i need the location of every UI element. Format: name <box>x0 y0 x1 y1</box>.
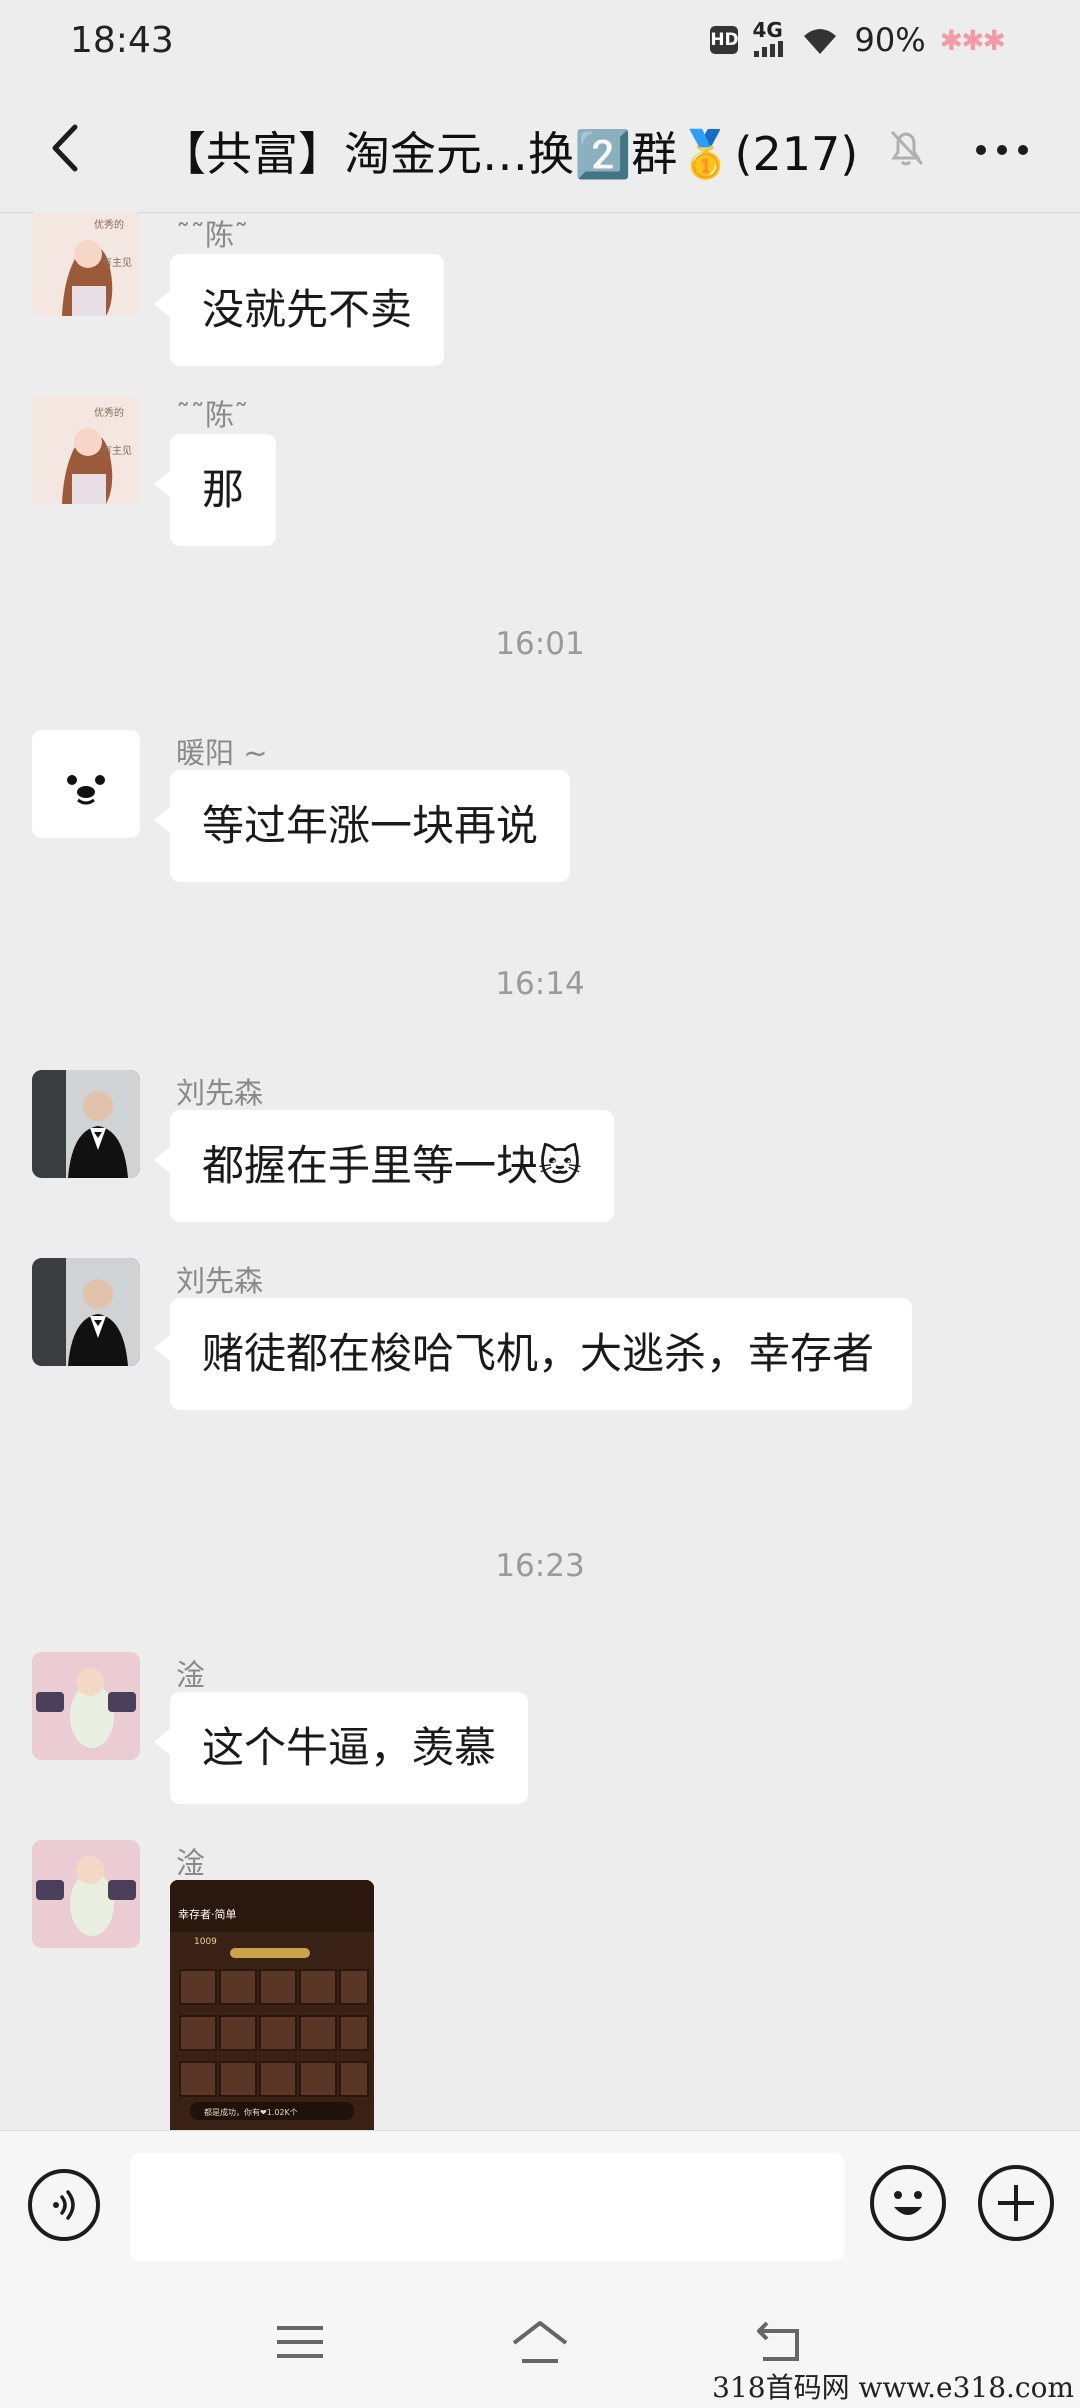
watermark-text: 318首码网 www.e318.com <box>712 2371 1074 2404</box>
sender-name: ˜˜陈˜ <box>176 218 249 252</box>
message-bubble[interactable]: 等过年涨一块再说 <box>153 770 571 882</box>
message-list[interactable]: 优秀的 有主见 ˜˜陈˜ 没就先不卖 优秀的 有主见 ˜˜陈˜ 那 16:01 暖阳… <box>0 212 1080 2130</box>
chat-title: 【共富】淘金元…换2️⃣群🥇(217) <box>160 127 859 181</box>
voice-icon <box>53 2190 75 2220</box>
message-bubble[interactable]: 那 <box>153 434 277 546</box>
message-bubble[interactable]: 这个牛逼，羡慕 <box>153 1692 529 1804</box>
nav-menu-button[interactable] <box>270 2314 330 2370</box>
home-icon <box>512 2321 568 2363</box>
emoji-button[interactable] <box>870 2165 946 2241</box>
sender-name: 暖阳 ~ <box>176 736 268 770</box>
status-time: 18:43 <box>70 20 174 61</box>
image-caption: 都是成功，你有❤1.02K个 <box>204 2107 298 2117</box>
avatar[interactable] <box>32 1652 140 1760</box>
status-icons: HD 4G 90% ✱✱✱ <box>710 20 1006 60</box>
avatar[interactable] <box>32 1070 140 1178</box>
image-message[interactable]: 幸存者·简单 1009 都是成功，你有❤1.02K个 <box>170 1880 374 2130</box>
wifi-icon <box>804 29 837 54</box>
more-button[interactable] <box>970 122 1034 178</box>
more-dots-icon <box>976 145 1028 155</box>
sender-name: ˜˜陈˜ <box>176 398 249 432</box>
timestamp: 16:14 <box>495 966 585 1002</box>
image-title: 幸存者·简单 <box>178 1907 237 1921</box>
menu-icon <box>277 2326 323 2358</box>
back-button[interactable] <box>36 120 92 176</box>
message-bubble[interactable]: 没就先不卖 <box>153 254 445 366</box>
avatar[interactable]: 优秀的有主见 <box>32 212 140 316</box>
timestamp: 16:23 <box>495 1548 585 1584</box>
smiley-icon <box>894 2191 922 2215</box>
message-input[interactable] <box>130 2153 844 2261</box>
timestamp: 16:01 <box>495 626 585 662</box>
svg-text:优秀的: 优秀的 <box>94 218 124 231</box>
voice-button[interactable] <box>28 2169 100 2241</box>
message-bubble[interactable]: 都握在手里等一块🐱 <box>154 1110 614 1222</box>
nav-home-button[interactable] <box>510 2314 570 2370</box>
bell-off-icon <box>890 130 924 166</box>
plus-icon <box>998 2185 1034 2221</box>
status-decoration: ✱✱✱ <box>939 23 1006 57</box>
nav-back-button[interactable] <box>750 2314 810 2370</box>
signal-icon: 4G <box>752 20 786 60</box>
input-bar <box>0 2130 1080 2277</box>
chat-header: 【共富】淘金元…换2️⃣群🥇(217) <box>0 84 1080 213</box>
image-count: 1009 <box>194 1937 217 1947</box>
sender-name: 刘先森 <box>176 1076 264 1110</box>
sender-name: 淦 <box>176 1846 206 1880</box>
plus-button[interactable] <box>978 2165 1054 2241</box>
sender-name: 刘先森 <box>176 1264 264 1298</box>
avatar[interactable] <box>32 1258 140 1366</box>
sender-name: 淦 <box>176 1658 206 1692</box>
message-bubble[interactable]: 赌徒都在梭哈飞机，大逃杀，幸存者 <box>154 1298 912 1410</box>
avatar[interactable] <box>32 1840 140 1948</box>
avatar[interactable]: 优秀的有主见 <box>32 396 140 504</box>
return-icon <box>757 2321 799 2361</box>
system-nav-bar: 318首码网 www.e318.com <box>0 2276 1080 2408</box>
svg-text:有主见: 有主见 <box>102 256 132 269</box>
battery-text: 90% <box>854 21 926 59</box>
svg-text:有主见: 有主见 <box>102 444 132 457</box>
back-arrow-icon <box>52 124 78 172</box>
svg-text:优秀的: 优秀的 <box>94 406 124 419</box>
status-bar: 18:43 HD 4G 90% ✱✱✱ <box>0 0 1080 84</box>
avatar[interactable] <box>32 730 140 838</box>
hd-icon: HD <box>710 26 739 54</box>
